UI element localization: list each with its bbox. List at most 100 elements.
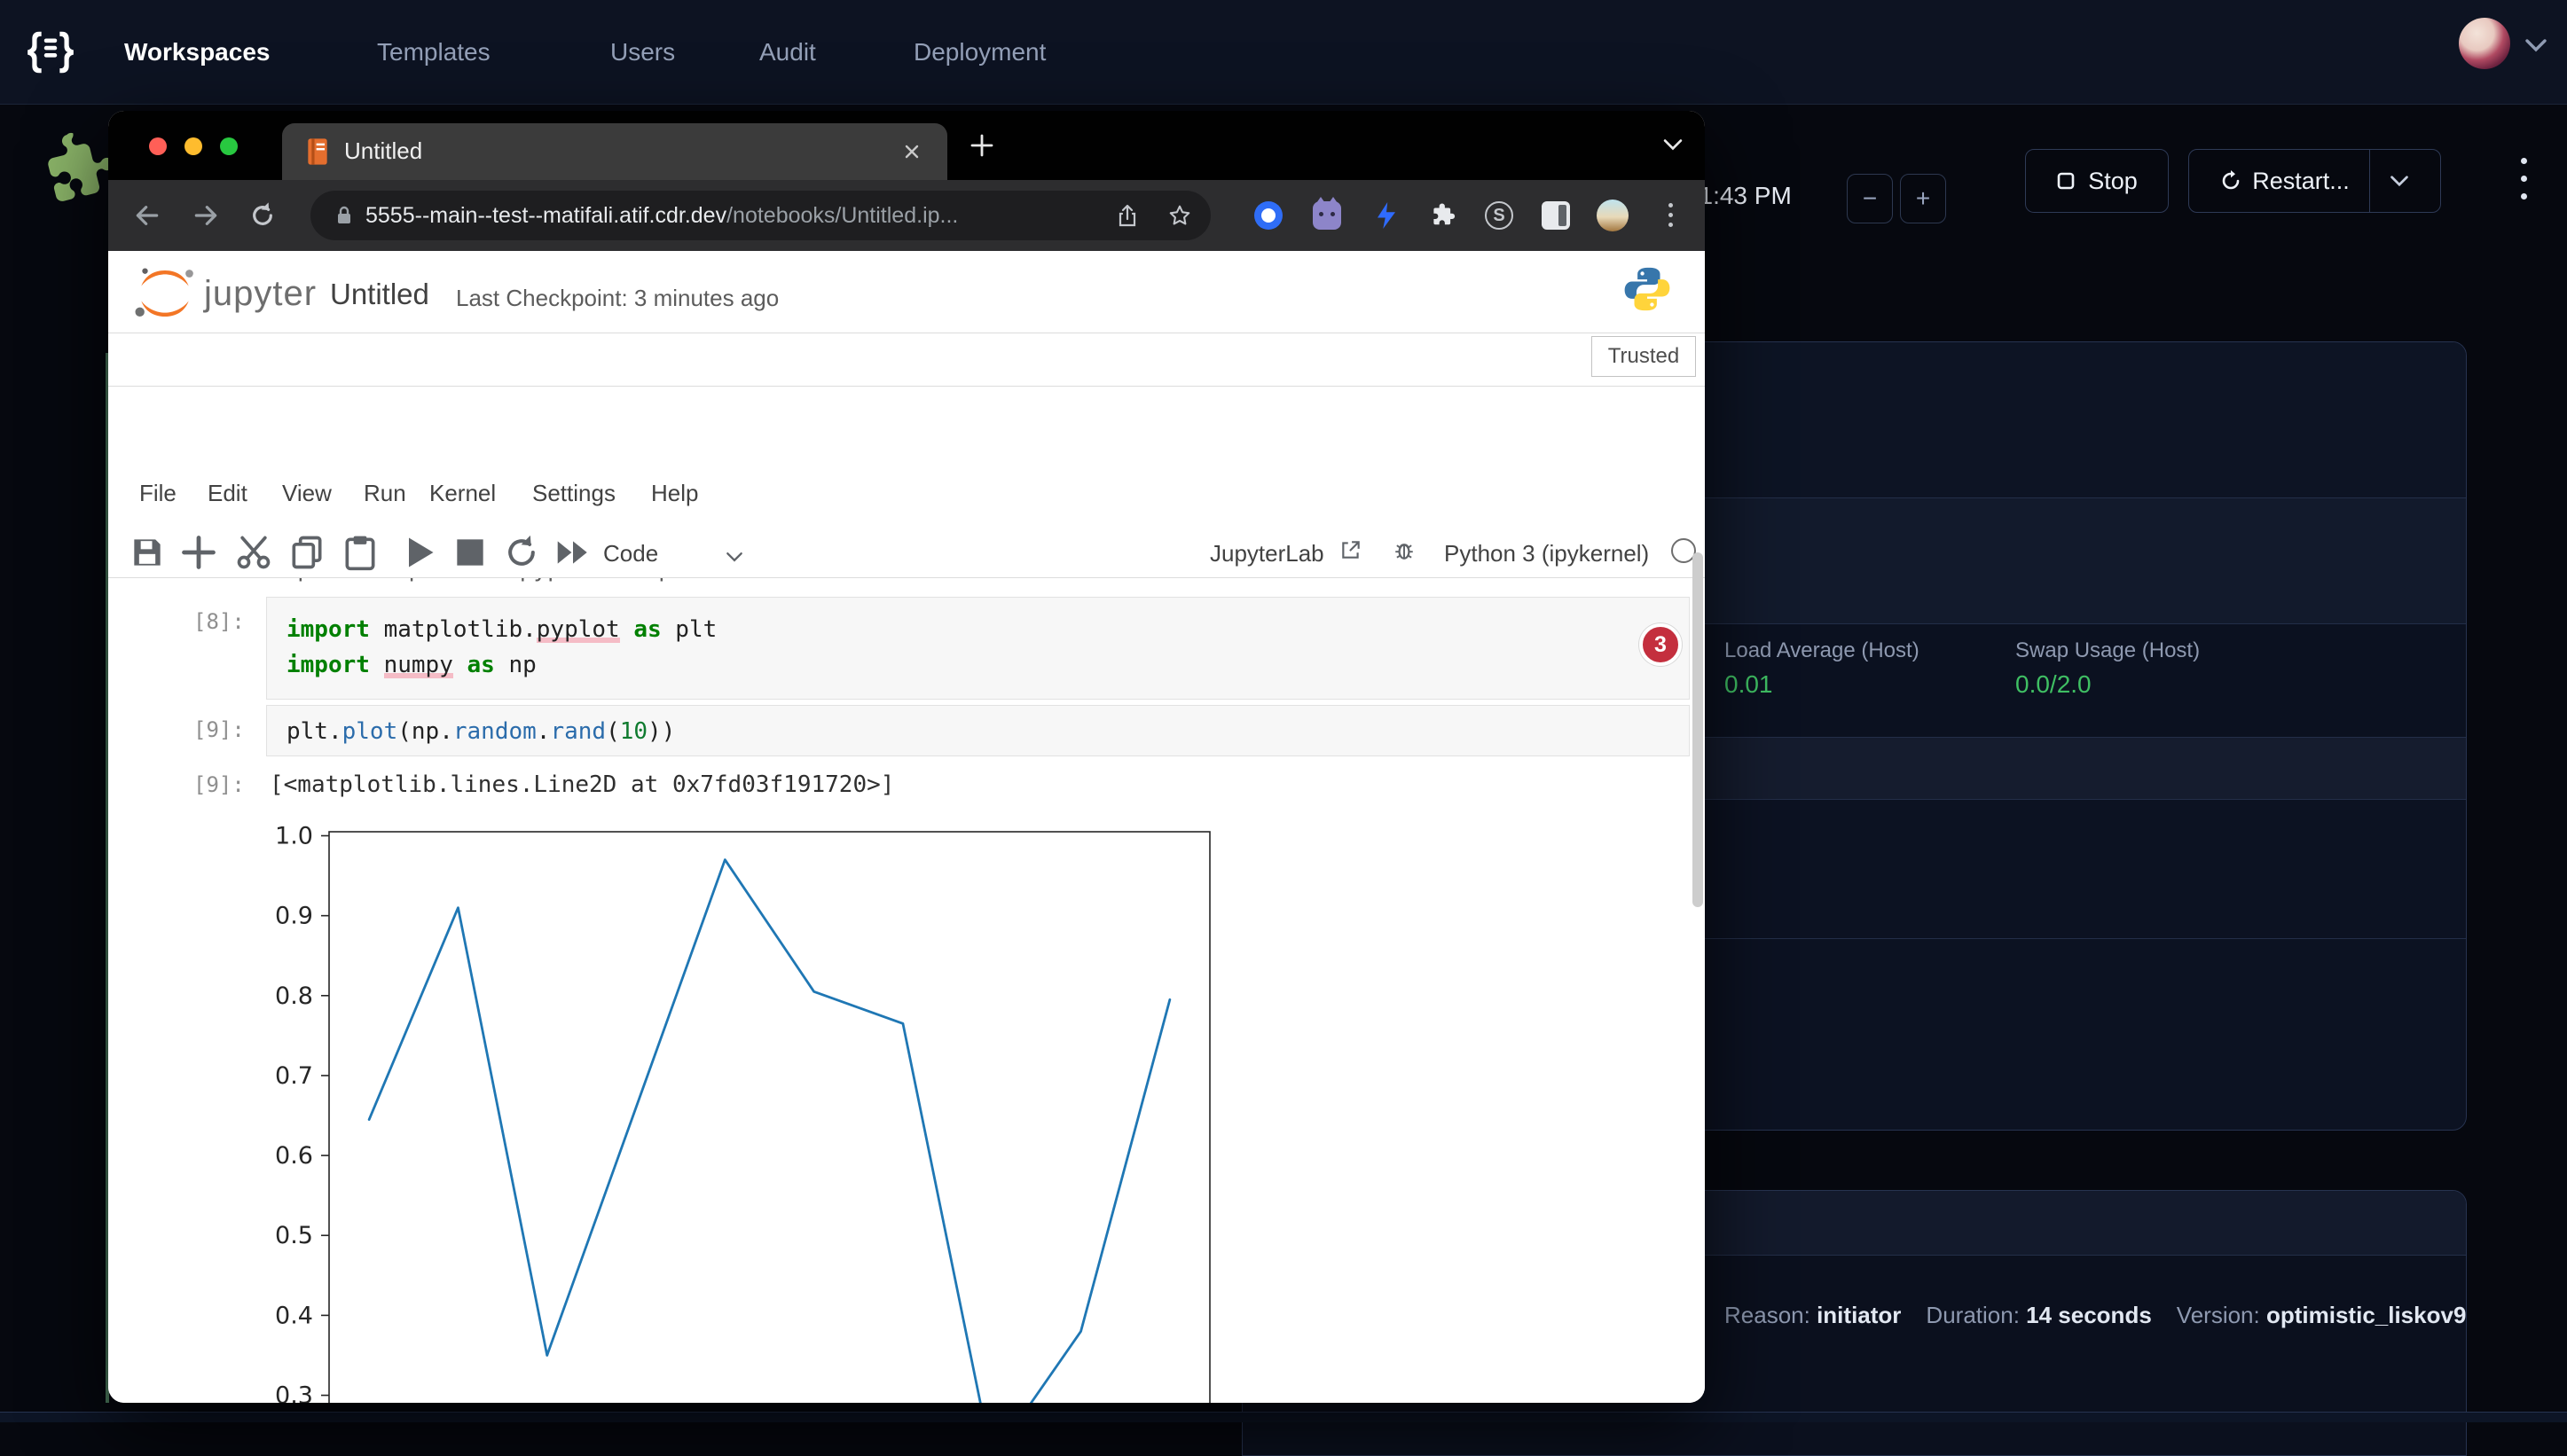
python-logo [1621,263,1673,315]
new-tab-button[interactable] [970,134,993,157]
window-close-button[interactable] [149,137,167,155]
load-average-label: Load Average (Host) [1724,638,1919,663]
menu-file[interactable]: File [139,480,177,507]
restart-button-label: Restart... [2252,168,2350,195]
paste-cell-icon[interactable] [341,533,380,572]
cell-8-prompt: [8]: [193,609,245,634]
workspace-kebab-menu[interactable] [2516,153,2532,211]
output-9-prompt: [9]: [193,772,245,797]
browser-toolbar: 5555--main--test--matifali.atif.cdr.dev/… [108,180,1705,251]
nav-item-deployment[interactable]: Deployment [914,0,1046,105]
browser-window: Untitled 5555--main--test- [108,111,1705,1403]
tab-title: Untitled [344,137,422,165]
tab-close-icon[interactable] [903,143,921,160]
nav-item-audit[interactable]: Audit [759,0,816,105]
matplotlib-line-chart: 0.20.30.40.50.60.70.80.91.002468 [241,805,1386,1403]
window-minimize-button[interactable] [184,137,202,155]
lock-icon [335,205,353,226]
notebook-title[interactable]: Untitled [330,278,429,311]
share-icon[interactable] [1117,203,1138,228]
restart-divider [2369,150,2370,212]
menu-kernel[interactable]: Kernel [429,480,496,507]
cell-9-prompt: [9]: [193,717,245,742]
jupyter-page: jupyter Untitled Last Checkpoint: 3 minu… [108,251,1705,1403]
external-link-icon[interactable] [1339,538,1362,561]
jupyter-brand-text: jupyter [204,274,317,314]
cell-8-input[interactable]: import matplotlib.pyplot as pltimport nu… [266,597,1690,700]
forward-button[interactable] [192,201,220,230]
load-average-value: 0.01 [1724,670,1773,699]
menu-settings[interactable]: Settings [532,480,616,507]
zoom-in-button[interactable]: + [1900,174,1946,223]
reload-button[interactable] [248,201,277,230]
notification-badge[interactable]: 3 [1639,623,1682,666]
add-cell-icon[interactable] [179,533,218,572]
bottom-section-edge [0,1412,2567,1422]
url-host: 5555--main--test--matifali.atif.cdr.dev [365,203,726,229]
svg-text:0.6: 0.6 [275,1142,313,1170]
cat-extension-icon[interactable] [1313,201,1341,230]
trusted-button[interactable]: Trusted [1591,336,1696,377]
cell-type-chevron-icon[interactable] [726,551,743,563]
onepassword-extension-icon[interactable] [1254,201,1283,230]
menu-run[interactable]: Run [364,480,406,507]
code-line: import numpy as np [287,647,1669,683]
debugger-bug-icon[interactable] [1393,538,1416,561]
stop-workspace-button[interactable]: Stop [2025,149,2169,213]
svg-text:0.4: 0.4 [275,1302,313,1329]
user-avatar[interactable] [2459,18,2510,69]
url-path: /notebooks/Untitled.ip... [726,203,958,229]
restart-icon [2220,170,2241,192]
jupyter-logo [131,267,199,320]
chrome-menu-kebab-icon[interactable] [1666,200,1675,231]
build-meta-row: Reason: initiator Duration: 14 seconds V… [1724,1302,2466,1329]
menu-view[interactable]: View [282,480,332,507]
s-extension-icon[interactable]: S [1485,201,1513,230]
lightning-extension-icon[interactable] [1373,200,1400,231]
sidepanel-extension-icon[interactable] [1542,201,1570,230]
jupyterlab-link[interactable]: JupyterLab [1210,540,1324,568]
menu-help[interactable]: Help [651,480,698,507]
copy-cell-icon[interactable] [287,533,326,572]
browser-tab[interactable]: Untitled [282,123,947,180]
restart-kernel-icon[interactable] [502,533,541,572]
browser-tabstrip: Untitled [108,111,1705,180]
build-reason-label: Reason: [1724,1302,1810,1328]
notebook-scrollbar[interactable] [1692,552,1703,907]
svg-text:0.8: 0.8 [275,982,313,1010]
user-menu-chevron-icon[interactable] [2524,37,2547,53]
restart-workspace-button[interactable]: Restart... [2188,149,2441,213]
swap-usage-label: Swap Usage (Host) [2015,638,2200,663]
kernel-name[interactable]: Python 3 (ipykernel) [1444,540,1649,568]
zoom-out-button[interactable]: − [1847,174,1893,223]
tab-search-chevron-icon[interactable] [1662,137,1684,152]
run-cell-icon[interactable] [399,533,438,572]
stop-icon [2056,171,2076,191]
extensions-puzzle-icon[interactable] [1430,201,1456,228]
code-line: plt.plot(np.random.rand(10)) [287,714,1669,749]
coder-logo[interactable] [23,25,78,80]
cut-cell-icon[interactable] [234,533,273,572]
run-all-cells-icon[interactable] [553,533,593,572]
build-reason-value: initiator [1817,1302,1901,1328]
profile-avatar-icon[interactable] [1597,200,1629,231]
save-icon[interactable] [128,533,167,572]
cell-type-select[interactable]: Code [603,540,658,568]
swap-usage-value: 0.0/2.0 [2015,670,2092,699]
top-navbar: Workspaces Templates Users Audit Deploym… [0,0,2567,105]
address-bar[interactable]: 5555--main--test--matifali.atif.cdr.dev/… [310,191,1211,240]
restart-options-chevron-icon[interactable] [2390,174,2409,188]
nav-item-templates[interactable]: Templates [377,0,491,105]
menu-edit[interactable]: Edit [208,480,247,507]
nav-item-users[interactable]: Users [610,0,675,105]
nav-item-workspaces[interactable]: Workspaces [124,0,270,105]
build-version-value: optimistic_liskov9 [2266,1302,2466,1328]
output-9-text: [<matplotlib.lines.Line2D at 0x7fd03f191… [270,767,894,802]
interrupt-kernel-icon[interactable] [451,533,490,572]
cell-9-input[interactable]: plt.plot(np.random.rand(10)) [266,705,1690,756]
window-zoom-button[interactable] [220,137,238,155]
back-button[interactable] [133,201,161,230]
build-duration-label: Duration: [1926,1302,2020,1328]
bookmark-star-icon[interactable] [1168,204,1191,227]
svg-text:0.9: 0.9 [275,903,313,930]
